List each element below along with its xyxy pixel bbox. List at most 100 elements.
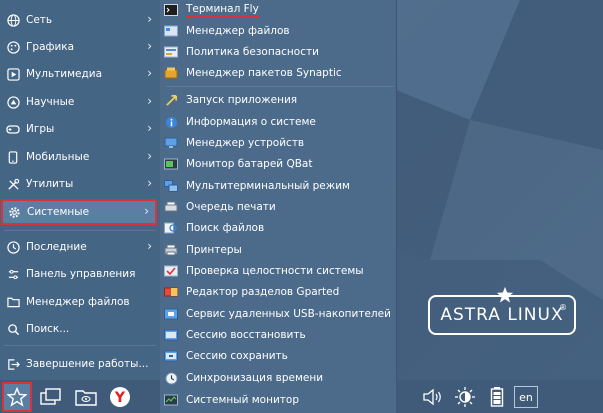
submenu-item-file-search[interactable]: Поиск файлов	[164, 218, 264, 238]
menu-item-label: Мобильные	[26, 151, 90, 163]
star-icon	[7, 387, 27, 407]
submenu-item-session-restore[interactable]: Сессию восстановить	[164, 325, 306, 345]
gear-icon	[7, 205, 21, 219]
submenu-item-system-info[interactable]: Информация о системе	[164, 112, 316, 132]
submenu-item-label: Принтеры	[186, 244, 242, 256]
terminal-icon	[164, 3, 178, 17]
time-sync-icon	[164, 371, 178, 385]
menu-item-label: Утилиты	[26, 178, 74, 190]
submenu-item-label: Монитор батарей QBat	[186, 158, 313, 170]
menu-item-control-panel[interactable]: Панель управления	[0, 261, 160, 287]
submenu-item-label: Запуск приложения	[186, 94, 298, 106]
submenu-item-time-sync[interactable]: Синхронизация времени	[164, 368, 323, 388]
phone-icon	[6, 150, 20, 164]
tools-icon	[6, 177, 20, 191]
chevron-right-icon: ›	[147, 39, 152, 53]
menu-divider	[4, 230, 156, 231]
gparted-icon	[164, 285, 178, 299]
start-menu-categories: Сеть › Графика › Мультимедиа › Научные ›…	[0, 0, 161, 380]
chevron-right-icon: ›	[147, 149, 152, 163]
battery-monitor-icon	[164, 157, 178, 171]
menu-item-mobile[interactable]: Мобильные ›	[0, 144, 160, 170]
submenu-item-system-monitor[interactable]: Системный монитор	[164, 390, 299, 410]
yandex-browser-icon: Y	[110, 387, 130, 407]
history-icon	[6, 240, 20, 254]
menu-item-label: Системные	[27, 206, 90, 218]
menu-item-file-manager[interactable]: Менеджер файлов	[0, 289, 160, 315]
science-icon	[6, 95, 20, 109]
logout-icon	[6, 357, 20, 371]
chevron-right-icon: ›	[147, 12, 152, 26]
submenu-item-usb-service[interactable]: Сервис удаленных USB-накопителей	[164, 304, 391, 324]
system-monitor-icon	[164, 393, 178, 407]
menu-item-multimedia[interactable]: Мультимедиа ›	[0, 61, 160, 87]
menu-item-label: Сеть	[26, 14, 53, 26]
file-manager-icon	[164, 24, 178, 38]
submenu-item-label: Поиск файлов	[186, 222, 265, 234]
chevron-right-icon: ›	[147, 239, 152, 253]
menu-item-system[interactable]: Системные ›	[1, 199, 157, 225]
chevron-right-icon: ›	[147, 94, 152, 108]
security-policy-icon	[164, 45, 178, 59]
run-icon	[164, 93, 178, 107]
submenu-item-label: Политика безопасности	[186, 46, 319, 58]
session-restore-icon	[164, 328, 178, 342]
integrity-icon	[164, 264, 178, 278]
show-desktop-button[interactable]	[38, 384, 64, 410]
yandex-browser-button[interactable]: Y	[107, 384, 133, 410]
brightness-button[interactable]	[452, 384, 478, 410]
menu-item-utilities[interactable]: Утилиты ›	[0, 171, 160, 197]
submenu-item-label: Мультитерминальный режим	[186, 180, 350, 192]
submenu-item-printers[interactable]: Принтеры	[164, 240, 242, 260]
chevron-right-icon: ›	[147, 66, 152, 80]
submenu-item-gparted[interactable]: Редактор разделов Gparted	[164, 282, 339, 302]
logo-star-icon	[496, 286, 514, 303]
start-menu-button[interactable]	[2, 382, 32, 412]
menu-item-label: Научные	[26, 96, 75, 108]
menu-item-shutdown[interactable]: Завершение работы...	[0, 351, 160, 377]
submenu-item-print-queue[interactable]: Очередь печати	[164, 197, 276, 217]
submenu-item-integrity-check[interactable]: Проверка целостности системы	[164, 261, 364, 281]
menu-item-label: Мультимедиа	[26, 68, 103, 80]
usb-icon	[164, 307, 178, 321]
volume-button[interactable]	[420, 384, 446, 410]
menu-item-science[interactable]: Научные ›	[0, 89, 160, 115]
menu-item-label: Поиск...	[26, 323, 70, 335]
multiterminal-icon	[164, 179, 178, 193]
menu-item-label: Завершение работы...	[26, 358, 149, 370]
submenu-item-file-manager[interactable]: Менеджер файлов	[164, 21, 290, 41]
submenu-item-multiterminal[interactable]: Мультитерминальный режим	[164, 176, 350, 196]
menu-item-games[interactable]: Игры ›	[0, 116, 160, 142]
submenu-item-synaptic[interactable]: Менеджер пакетов Synaptic	[164, 63, 342, 83]
keyboard-layout-indicator[interactable]: en	[514, 386, 538, 408]
printer-icon	[164, 243, 178, 257]
submenu-item-label: Синхронизация времени	[186, 372, 324, 384]
menu-item-label: Последние	[26, 241, 87, 253]
menu-item-recent[interactable]: Последние ›	[0, 234, 160, 260]
submenu-item-label: Терминал Fly	[186, 3, 259, 18]
menu-item-label: Игры	[26, 123, 55, 135]
brightness-icon	[455, 387, 475, 407]
speaker-icon	[423, 388, 441, 406]
chevron-right-icon: ›	[147, 121, 152, 135]
submenu-item-security-policy[interactable]: Политика безопасности	[164, 42, 319, 62]
submenu-item-battery-monitor[interactable]: Монитор батарей QBat	[164, 154, 312, 174]
devices-icon	[164, 136, 178, 150]
submenu-item-session-save[interactable]: Сессию сохранить	[164, 346, 288, 366]
submenu-item-label: Менеджер файлов	[186, 25, 290, 37]
submenu-item-terminal-fly[interactable]: Терминал Fly	[164, 0, 259, 20]
menu-item-graphics[interactable]: Графика ›	[0, 34, 160, 60]
submenu-item-label: Сессию восстановить	[186, 329, 306, 341]
submenu-item-device-manager[interactable]: Менеджер устройств	[164, 133, 304, 153]
menu-item-label: Графика	[26, 41, 75, 53]
windows-icon	[40, 388, 61, 405]
play-icon	[6, 67, 20, 81]
battery-button[interactable]	[484, 384, 510, 410]
menu-item-network[interactable]: Сеть ›	[0, 7, 160, 33]
keyboard-layout-label: en	[519, 390, 533, 404]
info-icon	[164, 115, 178, 129]
taskbar-file-manager-button[interactable]	[73, 384, 99, 410]
astra-linux-logo: ASTRA LINUX ®	[428, 286, 576, 335]
menu-item-search[interactable]: Поиск...	[0, 316, 160, 342]
submenu-item-run-app[interactable]: Запуск приложения	[164, 90, 297, 110]
